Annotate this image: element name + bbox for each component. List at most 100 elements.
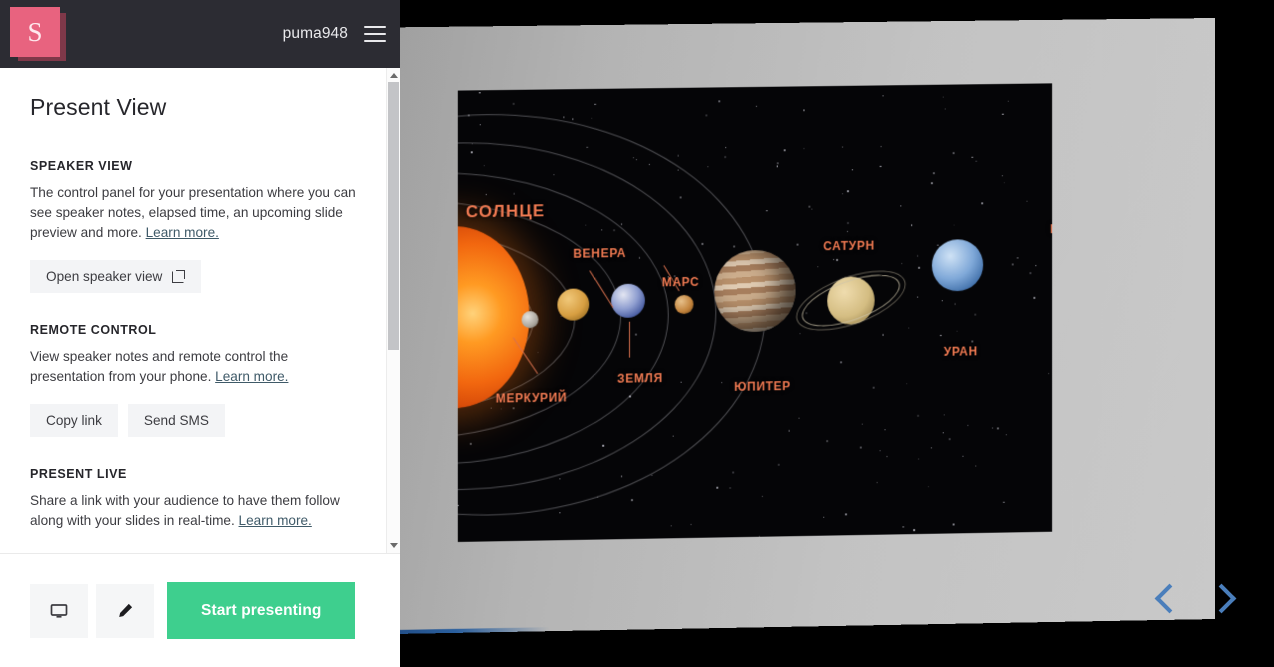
planet-label: ВЕНЕРА [573,246,626,261]
caret-up-icon [390,73,398,78]
star [1002,113,1004,115]
star [808,205,810,207]
star [845,514,847,516]
send-sms-button[interactable]: Send SMS [128,404,225,438]
star [1012,264,1014,266]
slide-sheet[interactable]: СОЛНЦЕ МЕРКУРИЙ ВЕНЕРА ЗЕМЛЯ МАРС ЮПИТЕР САТУР… [400,18,1215,635]
star [881,146,882,147]
star [992,428,993,429]
hamburger-icon[interactable] [364,26,386,42]
star [804,148,805,149]
scroll-up-button[interactable] [387,69,400,82]
open-speaker-view-button[interactable]: Open speaker view [30,260,201,294]
star [778,464,780,466]
star [911,224,913,226]
star [724,156,726,158]
star [917,296,918,297]
solar-system-image: СОЛНЦЕ МЕРКУРИЙ ВЕНЕРА ЗЕМЛЯ МАРС ЮПИТЕР САТУР… [458,83,1052,542]
star [997,428,999,430]
star [691,524,692,525]
pen-icon [115,601,135,621]
star [803,110,805,112]
monitor-icon [49,601,69,621]
star [900,206,901,207]
star [799,418,800,419]
section-button-row: Copy link Send SMS [30,404,356,438]
chevron-left-icon[interactable] [1150,581,1184,615]
planet-label: НЕПТУН [1050,222,1052,237]
star [879,450,880,451]
planet-label: САТУРН [823,239,875,254]
star [677,155,679,157]
star [842,147,843,148]
star [797,243,799,245]
section-button-row: Open speaker view [30,260,356,294]
learn-more-link-speaker-view[interactable]: Learn more. [146,225,219,240]
section-body: The control panel for your presentation … [30,183,356,244]
star [1006,434,1007,435]
topbar-right-group: puma948 [283,25,400,43]
present-view-panel: S puma948 Present View SPEAKER VIEW The … [0,0,400,667]
star [1017,257,1018,258]
username-label[interactable]: puma948 [283,25,348,43]
star [788,430,789,431]
star [1004,182,1005,183]
star [906,383,907,384]
planet-label: МАРС [662,275,700,289]
copy-link-button[interactable]: Copy link [30,404,118,438]
star [931,448,932,449]
star [1033,297,1035,299]
start-presenting-button[interactable]: Start presenting [167,582,355,639]
star [931,183,933,185]
star [708,166,709,167]
star [944,414,945,415]
star [937,244,939,246]
scrollbar-thumb[interactable] [388,82,399,350]
star [954,303,956,305]
star [953,152,955,154]
star [1008,101,1009,102]
section-remote-control: REMOTE CONTROL View speaker notes and re… [30,323,356,437]
star [873,387,875,389]
annotate-pen-button[interactable] [96,584,154,638]
app-logo[interactable]: S [10,5,68,63]
star [903,526,905,528]
display-settings-button[interactable] [30,584,88,638]
learn-more-link-present-live[interactable]: Learn more. [239,513,312,528]
section-heading: PRESENT LIVE [30,467,356,481]
chevron-right-icon[interactable] [1202,581,1236,615]
star [1003,501,1004,502]
slide-bottom-accent [400,627,549,635]
star [756,106,757,107]
star [719,100,721,102]
star [762,496,763,497]
app-root: S puma948 Present View SPEAKER VIEW The … [0,0,1274,667]
logo-letter: S [27,19,42,46]
section-heading: SPEAKER VIEW [30,159,356,173]
star [572,118,574,120]
star [766,210,768,212]
panel-scrollbar[interactable] [386,68,400,553]
star [972,156,974,158]
star [1002,175,1003,176]
scroll-down-button[interactable] [387,539,400,552]
star [840,362,842,364]
star [826,440,828,442]
star [852,170,853,171]
section-body: View speaker notes and remote control th… [30,347,356,387]
star [847,231,848,232]
panel-content: Present View SPEAKER VIEW The control pa… [0,68,386,553]
star [886,456,887,457]
star [945,109,946,110]
star [479,92,480,93]
star [942,300,944,302]
star [777,162,779,164]
star [901,263,902,264]
star [918,267,920,269]
star [817,266,818,267]
slide-navigation [1150,581,1236,615]
panel-bottom-bar: Start presenting [0,553,400,667]
learn-more-link-remote-control[interactable]: Learn more. [215,369,288,384]
star [882,334,884,336]
section-speaker-view: SPEAKER VIEW The control panel for your … [30,159,356,293]
